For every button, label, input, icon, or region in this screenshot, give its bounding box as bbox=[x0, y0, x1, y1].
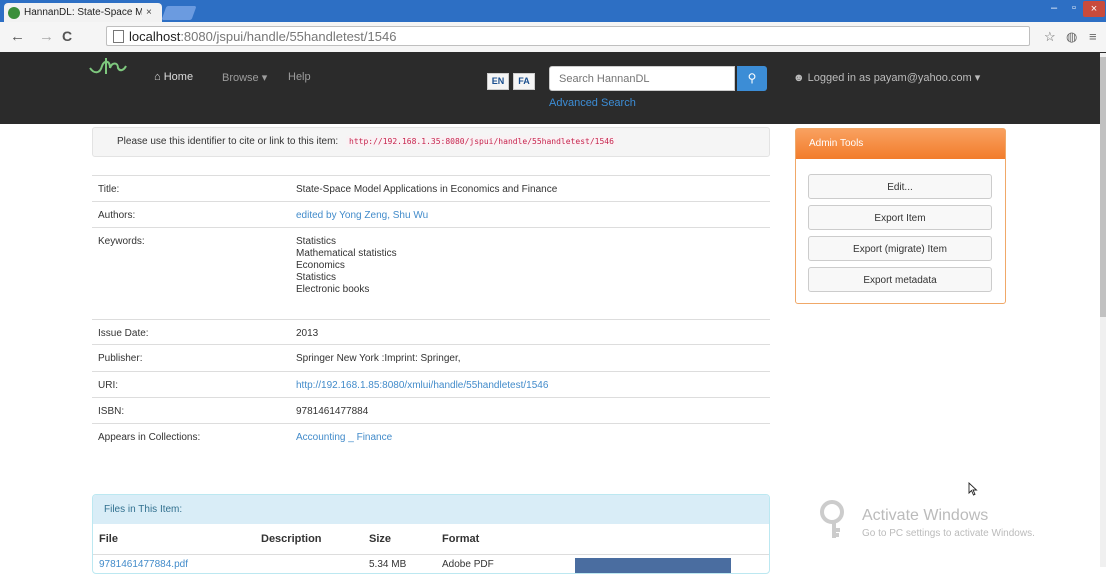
table-row: Title: State-Space Model Applications in… bbox=[92, 175, 770, 201]
lang-fa-button[interactable]: FA bbox=[513, 73, 535, 90]
reload-icon[interactable]: C bbox=[62, 28, 72, 44]
mouse-cursor-icon bbox=[968, 482, 978, 496]
export-item-button[interactable]: Export Item bbox=[808, 205, 992, 230]
maximize-icon[interactable]: ▫ bbox=[1063, 2, 1085, 14]
collection-link[interactable]: Accounting _ Finance bbox=[296, 432, 392, 443]
col-format: Format bbox=[442, 533, 480, 545]
keyword-item: Mathematical statistics bbox=[296, 248, 397, 259]
identifier-well: Please use this identifier to cite or li… bbox=[92, 127, 770, 157]
table-row: Keywords: Statistics Mathematical statis… bbox=[92, 227, 770, 319]
lang-en-button[interactable]: EN bbox=[487, 73, 509, 90]
url-field[interactable]: localhost:8080/jspui/handle/55handletest… bbox=[106, 26, 1030, 46]
authors-link[interactable]: edited by Yong Zeng, Shu Wu bbox=[296, 210, 428, 221]
table-row: 9781461477884.pdf 5.34 MB Adobe PDF bbox=[93, 555, 769, 573]
keyword-item: Statistics bbox=[296, 272, 337, 283]
url-path: :8080/jspui/handle/55handletest/1546 bbox=[180, 28, 397, 44]
key-icon bbox=[820, 500, 844, 538]
back-icon[interactable]: ← bbox=[10, 28, 25, 45]
table-row: Publisher: Springer New York :Imprint: S… bbox=[92, 344, 770, 371]
table-row: Appears in Collections: Accounting _ Fin… bbox=[92, 423, 770, 450]
uri-label: URI: bbox=[98, 380, 118, 391]
isbn-value: 9781461477884 bbox=[296, 406, 369, 417]
collections-label: Appears in Collections: bbox=[98, 432, 201, 443]
identifier-handle[interactable]: http://192.168.1.35:8080/jspui/handle/55… bbox=[346, 136, 617, 147]
authors-label: Authors: bbox=[98, 210, 136, 221]
file-format: Adobe PDF bbox=[442, 559, 494, 570]
issue-date-value: 2013 bbox=[296, 328, 319, 339]
file-size: 5.34 MB bbox=[369, 559, 407, 570]
table-row: Authors: edited by Yong Zeng, Shu Wu bbox=[92, 201, 770, 227]
nav-help[interactable]: Help bbox=[288, 71, 311, 83]
site-navbar: ⌂ Home Browse ▾ Help EN FA ⚲ Advanced Se… bbox=[0, 52, 1106, 124]
site-favicon-icon bbox=[8, 6, 20, 19]
edit-button[interactable]: Edit... bbox=[808, 174, 992, 199]
nav-browse[interactable]: Browse ▾ bbox=[222, 71, 267, 84]
table-row: URI: http://192.168.1.85:8080/xmlui/hand… bbox=[92, 371, 770, 397]
issue-date-label: Issue Date: bbox=[98, 328, 149, 339]
search-icon: ⚲ bbox=[747, 71, 757, 85]
activate-windows-title: Activate Windows bbox=[862, 507, 989, 524]
uri-link[interactable]: http://192.168.1.85:8080/xmlui/handle/55… bbox=[296, 380, 548, 391]
home-icon: ⌂ bbox=[154, 71, 161, 83]
search-input[interactable] bbox=[549, 66, 735, 91]
admin-tools-panel: Admin Tools Edit... Export Item Export (… bbox=[795, 128, 1006, 304]
table-row: Issue Date: 2013 bbox=[92, 319, 770, 344]
new-tab-button[interactable] bbox=[161, 6, 197, 20]
publisher-label: Publisher: bbox=[98, 353, 143, 364]
admin-tools-heading: Admin Tools bbox=[796, 129, 1005, 159]
metadata-table: Title: State-Space Model Applications in… bbox=[92, 175, 770, 450]
isbn-label: ISBN: bbox=[98, 406, 125, 417]
view-open-button[interactable] bbox=[575, 558, 731, 573]
browser-tab-bar: HannanDL: State-Space M × – ▫ × bbox=[0, 0, 1106, 22]
tab-title: HannanDL: State-Space M bbox=[24, 7, 142, 18]
address-bar: ← → C localhost:8080/jspui/handle/55hand… bbox=[0, 22, 1106, 53]
keywords-list: Statistics Mathematical statistics Econo… bbox=[296, 236, 397, 296]
url-host: localhost bbox=[129, 28, 181, 44]
nav-home[interactable]: ⌂ Home bbox=[154, 71, 193, 83]
export-migrate-button[interactable]: Export (migrate) Item bbox=[808, 236, 992, 261]
browser-tab[interactable]: HannanDL: State-Space M × bbox=[4, 3, 162, 22]
page-icon bbox=[113, 29, 124, 43]
table-row: ISBN: 9781461477884 bbox=[92, 397, 770, 423]
files-panel: Files in This Item: File Description Siz… bbox=[92, 494, 770, 574]
keywords-label: Keywords: bbox=[98, 236, 145, 247]
files-table-header: File Description Size Format bbox=[93, 524, 769, 555]
col-file: File bbox=[99, 533, 118, 545]
keyword-item: Electronic books bbox=[296, 284, 370, 295]
keyword-item: Statistics bbox=[296, 236, 337, 247]
uri-value-wrap: http://192.168.1.85:8080/xmlui/handle/55… bbox=[296, 380, 548, 392]
file-link[interactable]: 9781461477884.pdf bbox=[99, 559, 188, 570]
identifier-text: Please use this identifier to cite or li… bbox=[117, 136, 339, 147]
user-menu-label: Logged in as payam@yahoo.com ▾ bbox=[807, 72, 981, 84]
minimize-icon[interactable]: – bbox=[1043, 2, 1065, 14]
menu-icon[interactable]: ≡ bbox=[1089, 29, 1097, 44]
bookmark-star-icon[interactable]: ☆ bbox=[1044, 29, 1056, 45]
keyword-item: Economics bbox=[296, 260, 345, 271]
window-close-icon[interactable]: × bbox=[1083, 1, 1105, 17]
activate-windows-watermark: Activate Windows Go to PC settings to ac… bbox=[820, 500, 1035, 543]
col-size: Size bbox=[369, 533, 392, 545]
scrollbar-thumb[interactable] bbox=[1100, 57, 1106, 317]
export-metadata-button[interactable]: Export metadata bbox=[808, 267, 992, 292]
col-description: Description bbox=[261, 533, 322, 545]
collections-value-wrap: Accounting _ Finance bbox=[296, 432, 392, 444]
files-heading: Files in This Item: bbox=[93, 495, 769, 524]
nav-home-label: Home bbox=[163, 71, 194, 83]
extension-globe-icon[interactable]: ◍ bbox=[1066, 29, 1077, 45]
title-label: Title: bbox=[98, 184, 120, 195]
hannandl-logo-icon[interactable] bbox=[88, 56, 128, 78]
publisher-value: Springer New York :Imprint: Springer, bbox=[296, 353, 461, 364]
forward-icon[interactable]: → bbox=[39, 28, 54, 45]
user-icon: ☻ bbox=[793, 72, 805, 84]
title-value: State-Space Model Applications in Econom… bbox=[296, 184, 558, 195]
activate-windows-subtitle: Go to PC settings to activate Windows. bbox=[862, 528, 1035, 539]
advanced-search-link[interactable]: Advanced Search bbox=[549, 97, 636, 109]
authors-value-wrap: edited by Yong Zeng, Shu Wu bbox=[296, 210, 428, 222]
user-menu[interactable]: ☻ Logged in as payam@yahoo.com ▾ bbox=[793, 71, 980, 84]
search-button[interactable]: ⚲ bbox=[737, 66, 767, 91]
tab-close-icon[interactable]: × bbox=[146, 7, 152, 18]
